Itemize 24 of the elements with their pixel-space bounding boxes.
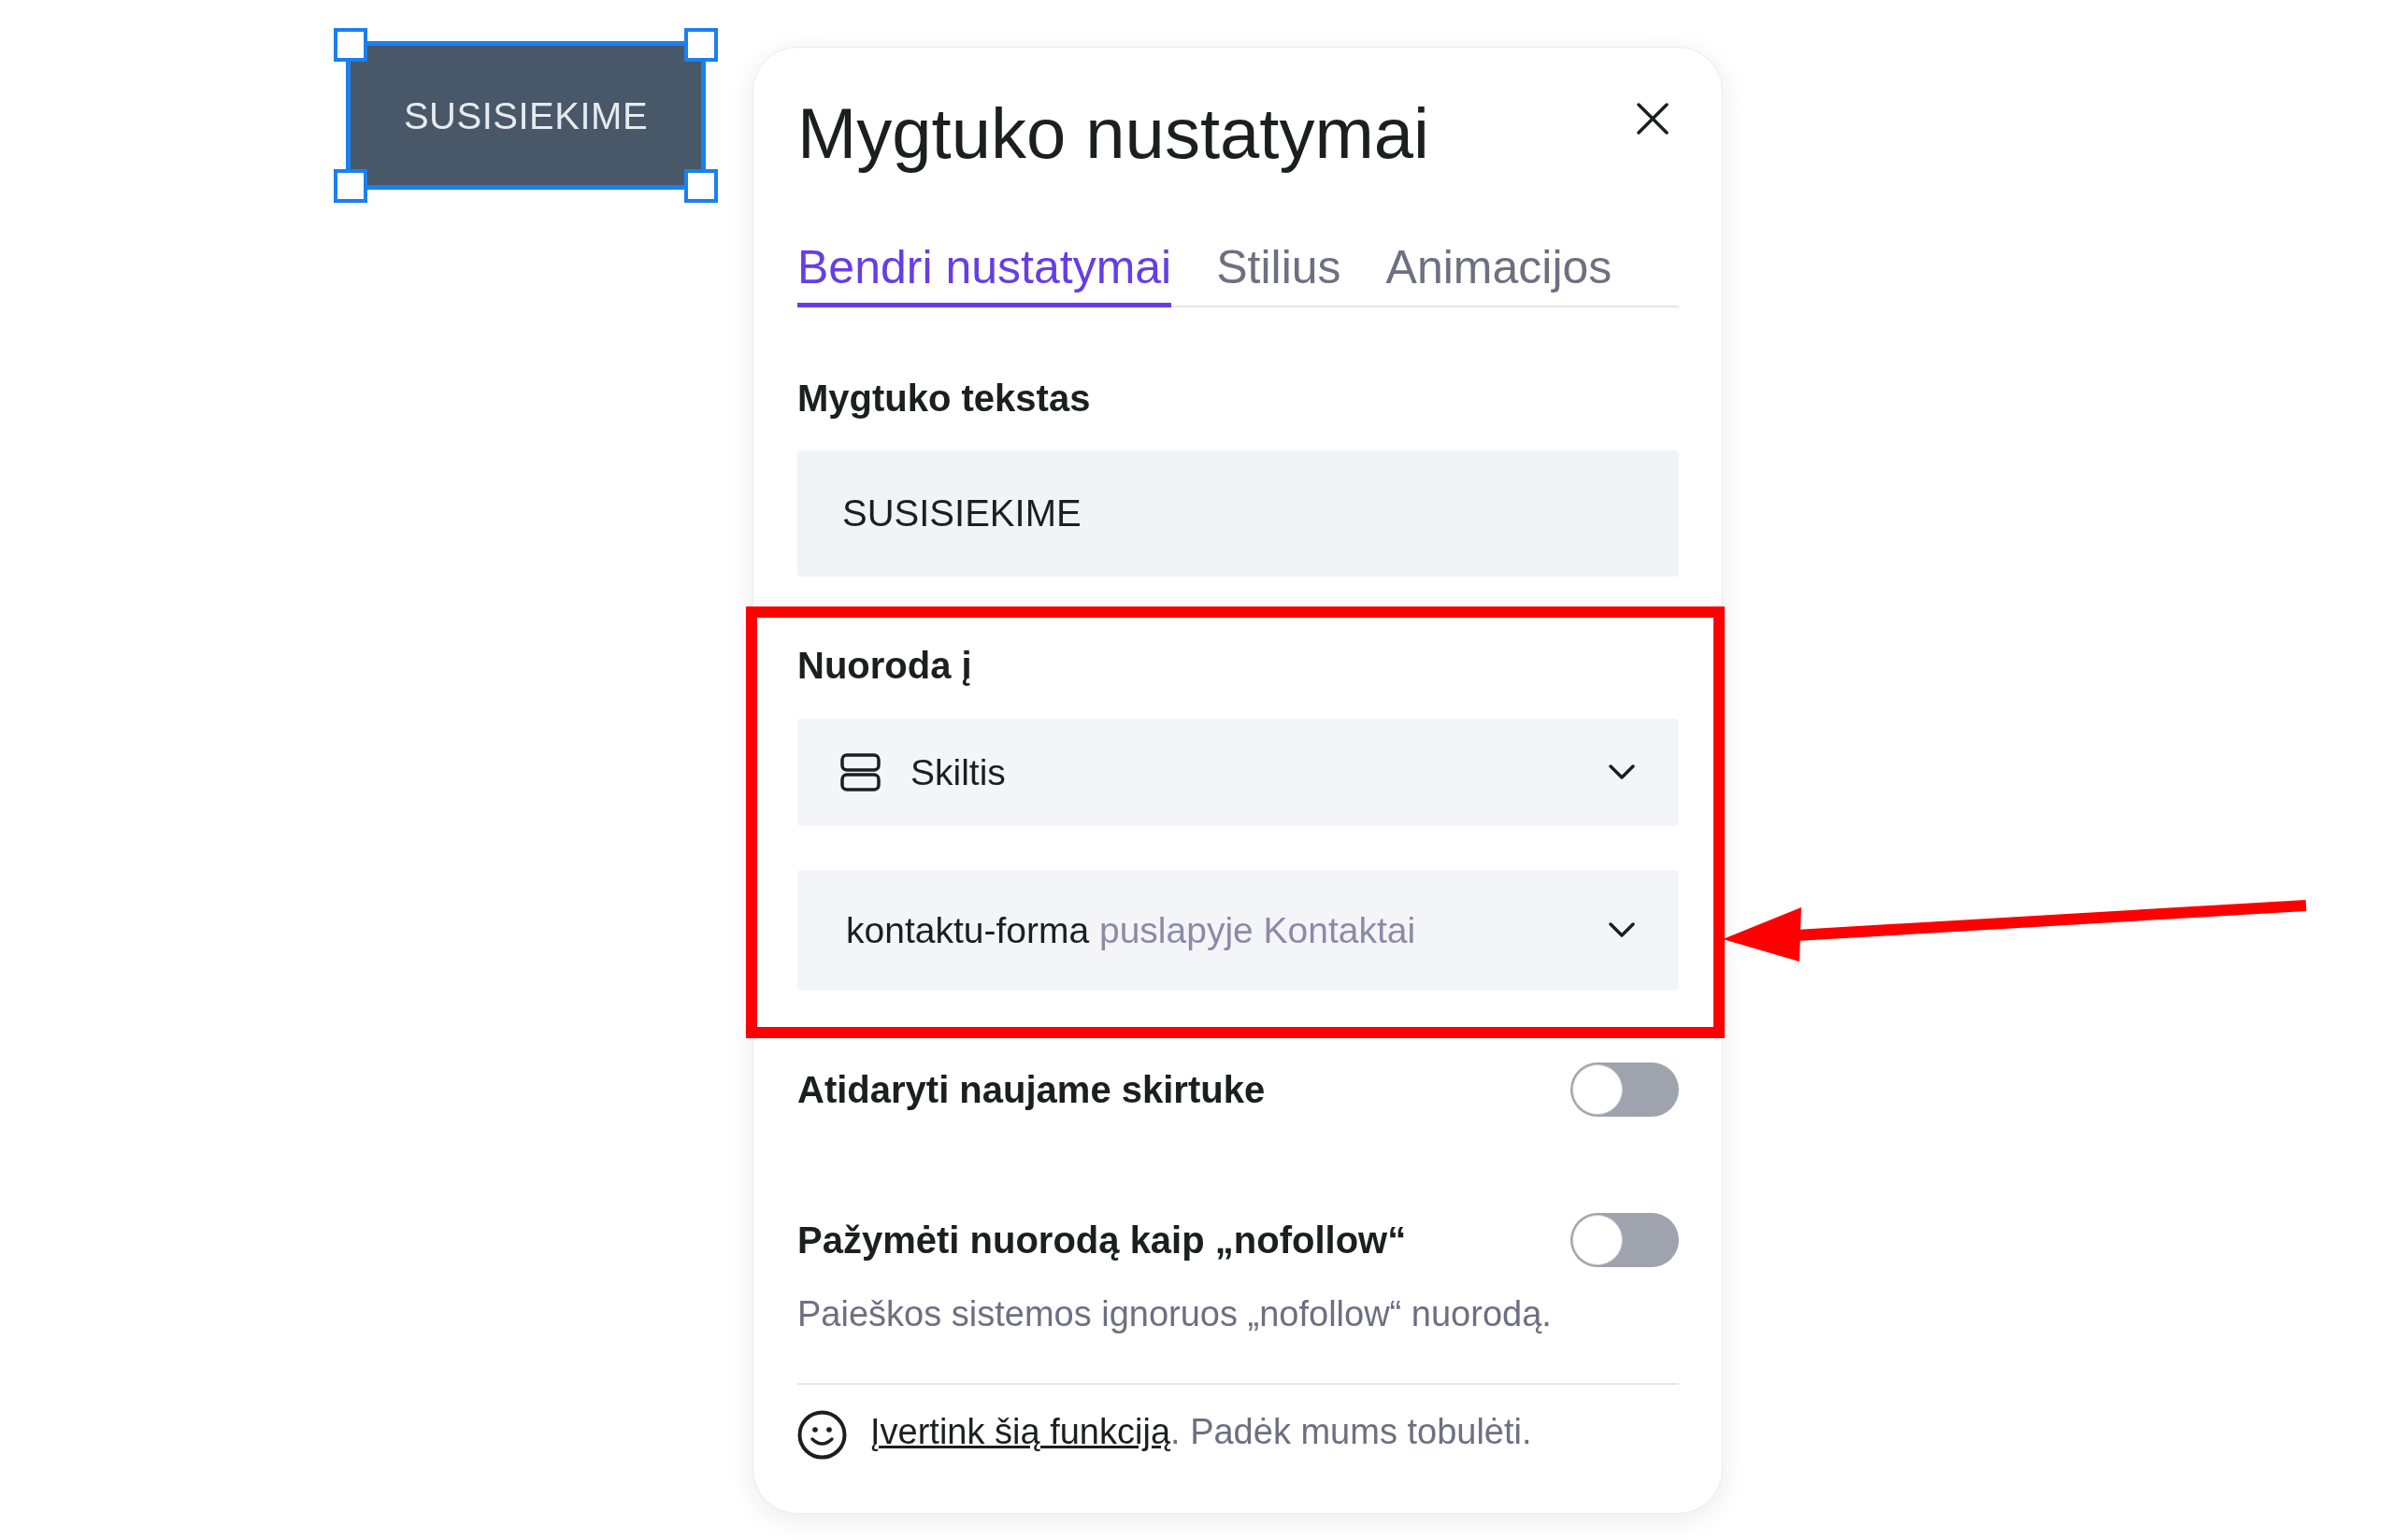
text-input[interactable]: SUSISIEKIME [797,450,1679,578]
resize-handle[interactable] [684,169,718,203]
toggle-label: Atidaryti naujame skirtuke [797,1068,1266,1113]
panel-title: Mygtuko nustatymai [797,93,1429,175]
resize-handle[interactable] [334,169,367,203]
smiley-icon [797,1410,847,1460]
feedback-text: Įvertink šią funkciją. Padėk mums tobulėti. [870,1411,1532,1453]
link-target-dropdown[interactable]: kontaktu-forma puslapyje Kontaktai [797,870,1679,991]
hint-text: Paieškos sistemos ignoruos „nofollow“ nuorodą. [797,1293,1553,1336]
toggle-label: Pažymėti nuorodą kaip „nofollow“ [797,1219,1407,1263]
field-label: Nuoroda į [797,644,973,689]
feedback-link[interactable]: Įvertink šią funkciją [870,1412,1170,1451]
page-button[interactable]: SUSISIEKIME [346,41,706,190]
field-label: Mygtuko tekstas [797,377,1092,421]
stacked-rectangles-icon [840,753,881,792]
chevron-down-icon [1609,922,1635,939]
link-type-dropdown[interactable]: Skiltis [797,719,1679,827]
chevron-down-icon [1609,764,1635,781]
tab[interactable]: Stilius [1216,239,1341,308]
tab[interactable]: Animacijos [1385,239,1612,308]
tab[interactable]: Bendri nustatymai [797,239,1172,308]
close-icon[interactable] [1637,103,1669,135]
resize-handle[interactable] [684,28,718,62]
resize-handle[interactable] [334,28,367,62]
